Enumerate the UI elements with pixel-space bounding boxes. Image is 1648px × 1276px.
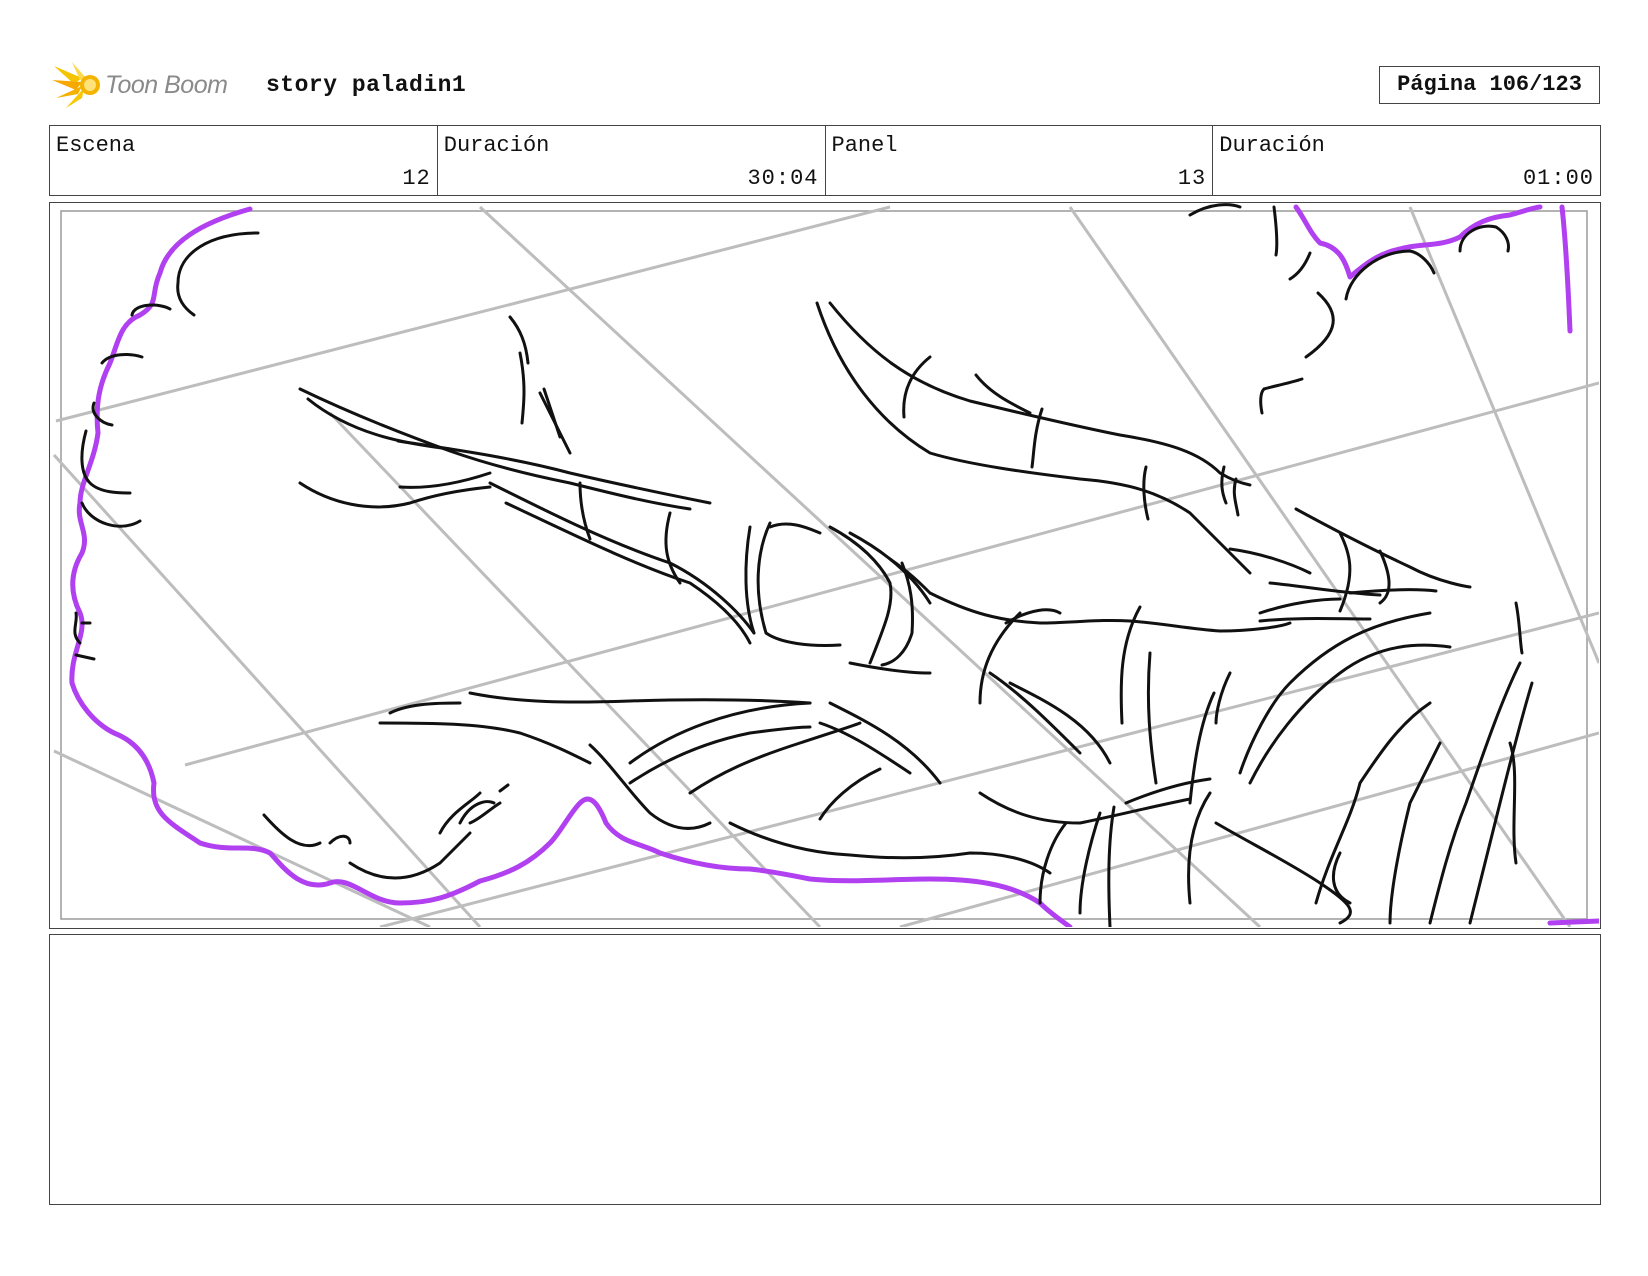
page-indicator: Página 106/123 <box>1379 66 1600 104</box>
panel-duration-label: Duración <box>1219 133 1325 158</box>
panel-label: Panel <box>831 133 898 158</box>
smoke-outline <box>69 204 1599 927</box>
storyboard-panel <box>49 202 1601 929</box>
logo-wordmark: Toon Boom <box>105 71 227 99</box>
panel-sketch-drawing <box>52 203 1599 927</box>
scene-cell: Escena 12 <box>50 126 438 195</box>
panel-notes-area[interactable] <box>49 934 1601 1205</box>
scene-info-table: Escena 12 Duración 30:04 Panel 13 Duraci… <box>49 125 1601 196</box>
panel-duration-value: 01:00 <box>1522 166 1594 191</box>
sun-burst-icon <box>52 62 100 108</box>
panel-value: 13 <box>1177 166 1207 191</box>
panel-duration-cell: Duración 01:00 <box>1213 126 1600 195</box>
project-title: story paladin1 <box>266 72 467 98</box>
perspective-guides <box>52 205 1599 927</box>
scene-duration-cell: Duración 30:04 <box>438 126 826 195</box>
scene-value: 12 <box>402 166 431 191</box>
scene-duration-label: Duración <box>443 133 550 158</box>
panel-cell: Panel 13 <box>826 126 1214 195</box>
scene-duration-value: 30:04 <box>747 166 819 191</box>
toon-boom-logo: Toon Boom <box>52 58 252 114</box>
scene-label: Escena <box>56 133 136 158</box>
